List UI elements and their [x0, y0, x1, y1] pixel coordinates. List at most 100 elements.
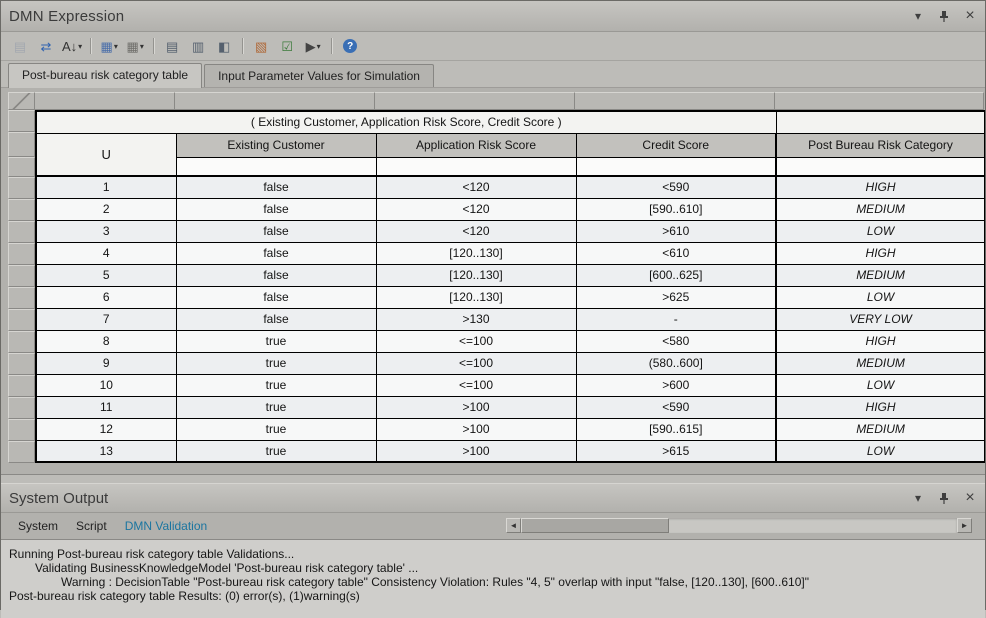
credit-score-cell[interactable]: [600..625]: [576, 264, 776, 286]
existing-customer-cell[interactable]: false: [176, 242, 376, 264]
application-risk-score-cell[interactable]: <=100: [376, 330, 576, 352]
validate-icon[interactable]: ☑: [274, 35, 300, 57]
post-bureau-risk-category-cell[interactable]: LOW: [776, 440, 985, 462]
existing-customer-cell[interactable]: true: [176, 418, 376, 440]
insert-rule-above-icon[interactable]: ▤: [159, 35, 185, 57]
application-risk-score-cell[interactable]: <=100: [376, 374, 576, 396]
existing-customer-cell[interactable]: false: [176, 198, 376, 220]
output-tab-script[interactable]: Script: [67, 519, 116, 533]
column-header-application-risk-score[interactable]: Application Risk Score: [376, 133, 576, 157]
output-tab-dmn-validation[interactable]: DMN Validation: [116, 519, 216, 533]
row-header-cell[interactable]: [8, 419, 35, 441]
rule-number-cell[interactable]: 10: [36, 374, 176, 396]
scroll-right-icon[interactable]: ►: [957, 518, 972, 533]
dropdown-caret-icon[interactable]: ▾: [317, 42, 321, 51]
close-icon[interactable]: ×: [963, 9, 977, 23]
allowed-values-post-bureau-risk-category[interactable]: [776, 157, 985, 176]
credit-score-cell[interactable]: <590: [576, 396, 776, 418]
application-risk-score-cell[interactable]: [120..130]: [376, 264, 576, 286]
post-bureau-risk-category-cell[interactable]: MEDIUM: [776, 198, 985, 220]
pin-icon[interactable]: [937, 491, 951, 505]
application-risk-score-cell[interactable]: <=100: [376, 352, 576, 374]
column-band-cell[interactable]: [35, 92, 175, 110]
post-bureau-risk-category-cell[interactable]: LOW: [776, 286, 985, 308]
swap-columns-icon[interactable]: ⇄: [33, 35, 59, 57]
application-risk-score-cell[interactable]: >130: [376, 308, 576, 330]
post-bureau-risk-category-cell[interactable]: MEDIUM: [776, 418, 985, 440]
application-risk-score-cell[interactable]: <120: [376, 176, 576, 198]
application-risk-score-cell[interactable]: [120..130]: [376, 286, 576, 308]
existing-customer-cell[interactable]: true: [176, 330, 376, 352]
tab-input-parameter-values-for-simulation[interactable]: Input Parameter Values for Simulation: [204, 64, 434, 87]
row-header-cell[interactable]: [8, 132, 35, 157]
post-bureau-risk-category-cell[interactable]: MEDIUM: [776, 352, 985, 374]
credit-score-cell[interactable]: <580: [576, 330, 776, 352]
credit-score-cell[interactable]: <610: [576, 242, 776, 264]
pin-icon[interactable]: [937, 9, 951, 23]
post-bureau-risk-category-cell[interactable]: HIGH: [776, 330, 985, 352]
row-header-cell[interactable]: [8, 243, 35, 265]
rule-number-cell[interactable]: 12: [36, 418, 176, 440]
existing-customer-cell[interactable]: true: [176, 374, 376, 396]
rule-number-cell[interactable]: 5: [36, 264, 176, 286]
row-header-cell[interactable]: [8, 199, 35, 221]
column-band-cell[interactable]: [775, 92, 984, 110]
existing-customer-cell[interactable]: false: [176, 220, 376, 242]
row-header-cell[interactable]: [8, 177, 35, 199]
rule-number-cell[interactable]: 1: [36, 176, 176, 198]
table-grid-icon[interactable]: ▦▾: [96, 35, 122, 57]
credit-score-cell[interactable]: >610: [576, 220, 776, 242]
column-band-cell[interactable]: [575, 92, 775, 110]
row-header-cell[interactable]: [8, 221, 35, 243]
insert-rule-below-icon[interactable]: ▥: [185, 35, 211, 57]
row-header-cell[interactable]: [8, 157, 35, 177]
dropdown-caret-icon[interactable]: ▾: [78, 42, 82, 51]
existing-customer-cell[interactable]: true: [176, 352, 376, 374]
hit-policy-cell[interactable]: U: [36, 133, 176, 176]
scrollbar-thumb[interactable]: [521, 518, 669, 533]
row-header-cell[interactable]: [8, 265, 35, 287]
post-bureau-risk-category-cell[interactable]: HIGH: [776, 176, 985, 198]
tab-post-bureau-risk-category-table[interactable]: Post-bureau risk category table: [8, 63, 202, 88]
credit-score-cell[interactable]: [590..615]: [576, 418, 776, 440]
row-header-cell[interactable]: [8, 375, 35, 397]
close-icon[interactable]: ×: [963, 491, 977, 505]
dropdown-caret-icon[interactable]: ▾: [114, 42, 118, 51]
application-risk-score-cell[interactable]: >100: [376, 396, 576, 418]
run-simulation-icon[interactable]: ▶▾: [300, 35, 326, 57]
invocation-signature[interactable]: ( Existing Customer, Application Risk Sc…: [36, 111, 776, 133]
existing-customer-cell[interactable]: false: [176, 286, 376, 308]
sort-icon[interactable]: A↓▾: [59, 35, 85, 57]
scrollbar-track[interactable]: [521, 518, 957, 533]
rule-number-cell[interactable]: 2: [36, 198, 176, 220]
rule-number-cell[interactable]: 4: [36, 242, 176, 264]
post-bureau-risk-category-cell[interactable]: VERY LOW: [776, 308, 985, 330]
credit-score-cell[interactable]: [590..610]: [576, 198, 776, 220]
horizontal-scrollbar[interactable]: ◄ ►: [506, 518, 972, 533]
existing-customer-cell[interactable]: false: [176, 308, 376, 330]
existing-customer-cell[interactable]: false: [176, 264, 376, 286]
existing-customer-cell[interactable]: false: [176, 176, 376, 198]
column-band-cell[interactable]: [175, 92, 375, 110]
credit-score-cell[interactable]: >625: [576, 286, 776, 308]
credit-score-cell[interactable]: >615: [576, 440, 776, 462]
credit-score-cell[interactable]: (580..600]: [576, 352, 776, 374]
insert-column-icon[interactable]: ◧: [211, 35, 237, 57]
column-header-post-bureau-risk-category[interactable]: Post Bureau Risk Category: [776, 133, 985, 157]
post-bureau-risk-category-cell[interactable]: LOW: [776, 220, 985, 242]
output-tab-system[interactable]: System: [9, 519, 67, 533]
rule-number-cell[interactable]: 3: [36, 220, 176, 242]
row-header-cell[interactable]: [8, 331, 35, 353]
column-band-cell[interactable]: [375, 92, 575, 110]
rule-number-cell[interactable]: 9: [36, 352, 176, 374]
table-layout-icon[interactable]: ▦▾: [122, 35, 148, 57]
help-icon[interactable]: ?: [337, 35, 363, 57]
row-header-cell[interactable]: [8, 309, 35, 331]
application-risk-score-cell[interactable]: <120: [376, 220, 576, 242]
collapse-panel-icon[interactable]: ▾: [911, 9, 925, 23]
rule-number-cell[interactable]: 11: [36, 396, 176, 418]
allowed-values-application-risk-score[interactable]: [376, 157, 576, 176]
row-header-cell[interactable]: [8, 287, 35, 309]
rule-number-cell[interactable]: 7: [36, 308, 176, 330]
post-bureau-risk-category-cell[interactable]: MEDIUM: [776, 264, 985, 286]
